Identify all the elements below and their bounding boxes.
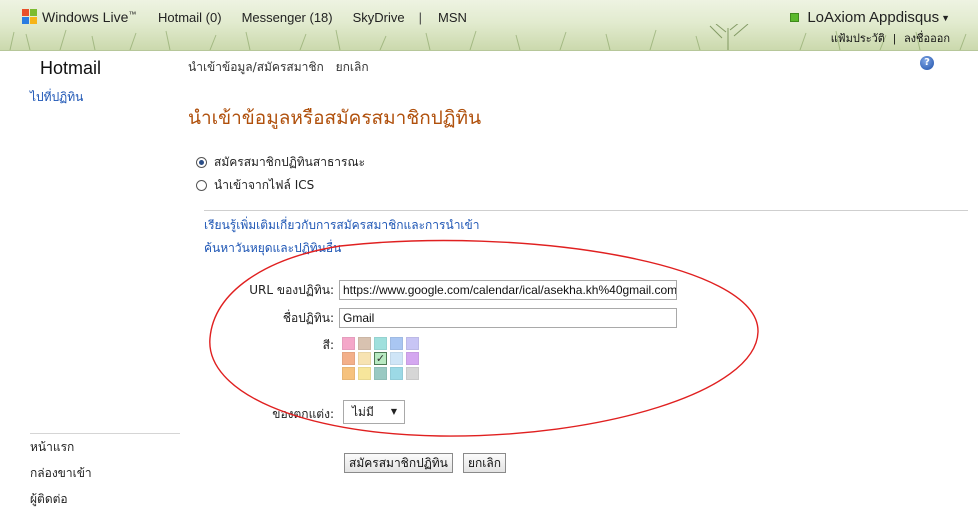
option-import-ics-label: นำเข้าจากไฟล์ ICS [214,178,315,192]
nav-separator: | [418,10,423,25]
help-icon[interactable]: ? [920,56,934,70]
nav-skydrive[interactable]: SkyDrive [353,10,405,25]
dropdown-arrow-icon: ▼ [390,407,397,416]
sidebar-item-contacts[interactable]: ผู้ติดต่อ [30,492,92,518]
windows-live-logo[interactable]: Windows Live ™ [22,9,136,25]
charm-label: ของตกแต่ง: [272,407,334,421]
windows-flag-icon [22,9,38,25]
brand-name: Windows Live [42,9,129,25]
charm-select[interactable]: ไม่มี ▼ [343,400,405,424]
color-swatch[interactable] [358,337,371,350]
top-nav: Hotmail (0) Messenger (18) SkyDrive | MS… [158,10,487,25]
learn-more-link[interactable]: เรียนรู้เพิ่มเติมเกี่ยวกับการสมัครสมาชิก… [204,216,479,235]
profile-link[interactable]: แฟ้มประวัติ [831,33,885,45]
color-swatch-row [342,367,422,380]
account-links: แฟ้มประวัติ | ลงชื่อออก [790,29,950,47]
top-bar: Windows Live ™ Hotmail (0) Messenger (18… [0,0,978,51]
annotation-ellipse [209,239,759,437]
sidebar-item-home[interactable]: หน้าแรก [30,440,92,466]
app-title: Hotmail [40,58,102,78]
calendar-url-input[interactable]: https://www.google.com/calendar/ical/ase… [339,280,677,300]
section-divider [204,210,968,211]
color-picker: ✓ [342,337,422,382]
color-swatch[interactable] [390,337,403,350]
calendar-name-input[interactable]: Gmail [339,308,677,328]
color-swatch[interactable] [406,337,419,350]
url-label: URL ของปฏิทิน: [249,283,334,297]
nav-hotmail[interactable]: Hotmail (0) [158,10,222,25]
cancel-button[interactable]: ยกเลิก [463,453,507,473]
brand-trademark: ™ [128,10,137,19]
color-swatch[interactable] [358,352,371,365]
color-swatch[interactable] [390,352,403,365]
color-swatch-row: ✓ [342,352,422,365]
charm-selected-value: ไม่มี [352,405,374,419]
radio-subscribe[interactable] [196,157,207,168]
color-label: สี: [322,338,334,352]
sidebar-nav: หน้าแรก กล่องขาเข้า ผู้ติดต่อ [30,440,92,518]
account-area: LoAxiom Appdisqus ▼ แฟ้มประวัติ | ลงชื่อ… [790,9,950,47]
account-menu[interactable]: LoAxiom Appdisqus ▼ [790,9,950,26]
color-swatch[interactable] [406,352,419,365]
option-subscribe-label: สมัครสมาชิกปฏิทินสาธารณะ [214,155,366,169]
color-swatch[interactable]: ✓ [374,352,387,365]
radio-import-ics[interactable] [196,180,207,191]
subscribe-button[interactable]: สมัครสมาชิกปฏิทิน [344,453,453,473]
calendar-name-label: ชื่อปฏิทิน: [282,311,334,325]
color-swatch[interactable] [390,367,403,380]
color-swatch[interactable] [374,337,387,350]
sign-out-link[interactable]: ลงชื่อออก [904,33,950,45]
sidebar-divider [30,433,180,434]
nav-msn[interactable]: MSN [438,10,467,25]
chevron-down-icon: ▼ [941,12,950,23]
account-name: LoAxiom Appdisqus [807,9,940,26]
option-import-ics[interactable]: นำเข้าจากไฟล์ ICS [196,176,314,195]
color-swatch[interactable] [342,337,355,350]
color-swatch[interactable] [374,367,387,380]
checkmark-icon: ✓ [375,352,386,365]
color-swatch[interactable] [406,367,419,380]
breadcrumb: นำเข้าข้อมูล/สมัครสมาชิก ยกเลิก [188,58,369,77]
find-holidays-link[interactable]: ค้นหาวันหยุดและปฏิทินอื่น [204,239,341,258]
color-swatch[interactable] [342,367,355,380]
sidebar-item-inbox[interactable]: กล่องขาเข้า [30,466,92,492]
online-status-icon [790,13,800,22]
color-swatch-row [342,337,422,350]
option-subscribe[interactable]: สมัครสมาชิกปฏิทินสาธารณะ [196,153,365,172]
go-to-calendar-link[interactable]: ไปที่ปฏิทิน [30,88,83,107]
link-separator: | [893,33,896,45]
nav-messenger[interactable]: Messenger (18) [242,10,333,25]
color-swatch[interactable] [342,352,355,365]
color-swatch[interactable] [358,367,371,380]
breadcrumb-cancel-link[interactable]: ยกเลิก [336,60,369,74]
breadcrumb-current: นำเข้าข้อมูล/สมัครสมาชิก [188,60,324,74]
page-title: นำเข้าข้อมูลหรือสมัครสมาชิกปฏิทิน [188,107,482,129]
